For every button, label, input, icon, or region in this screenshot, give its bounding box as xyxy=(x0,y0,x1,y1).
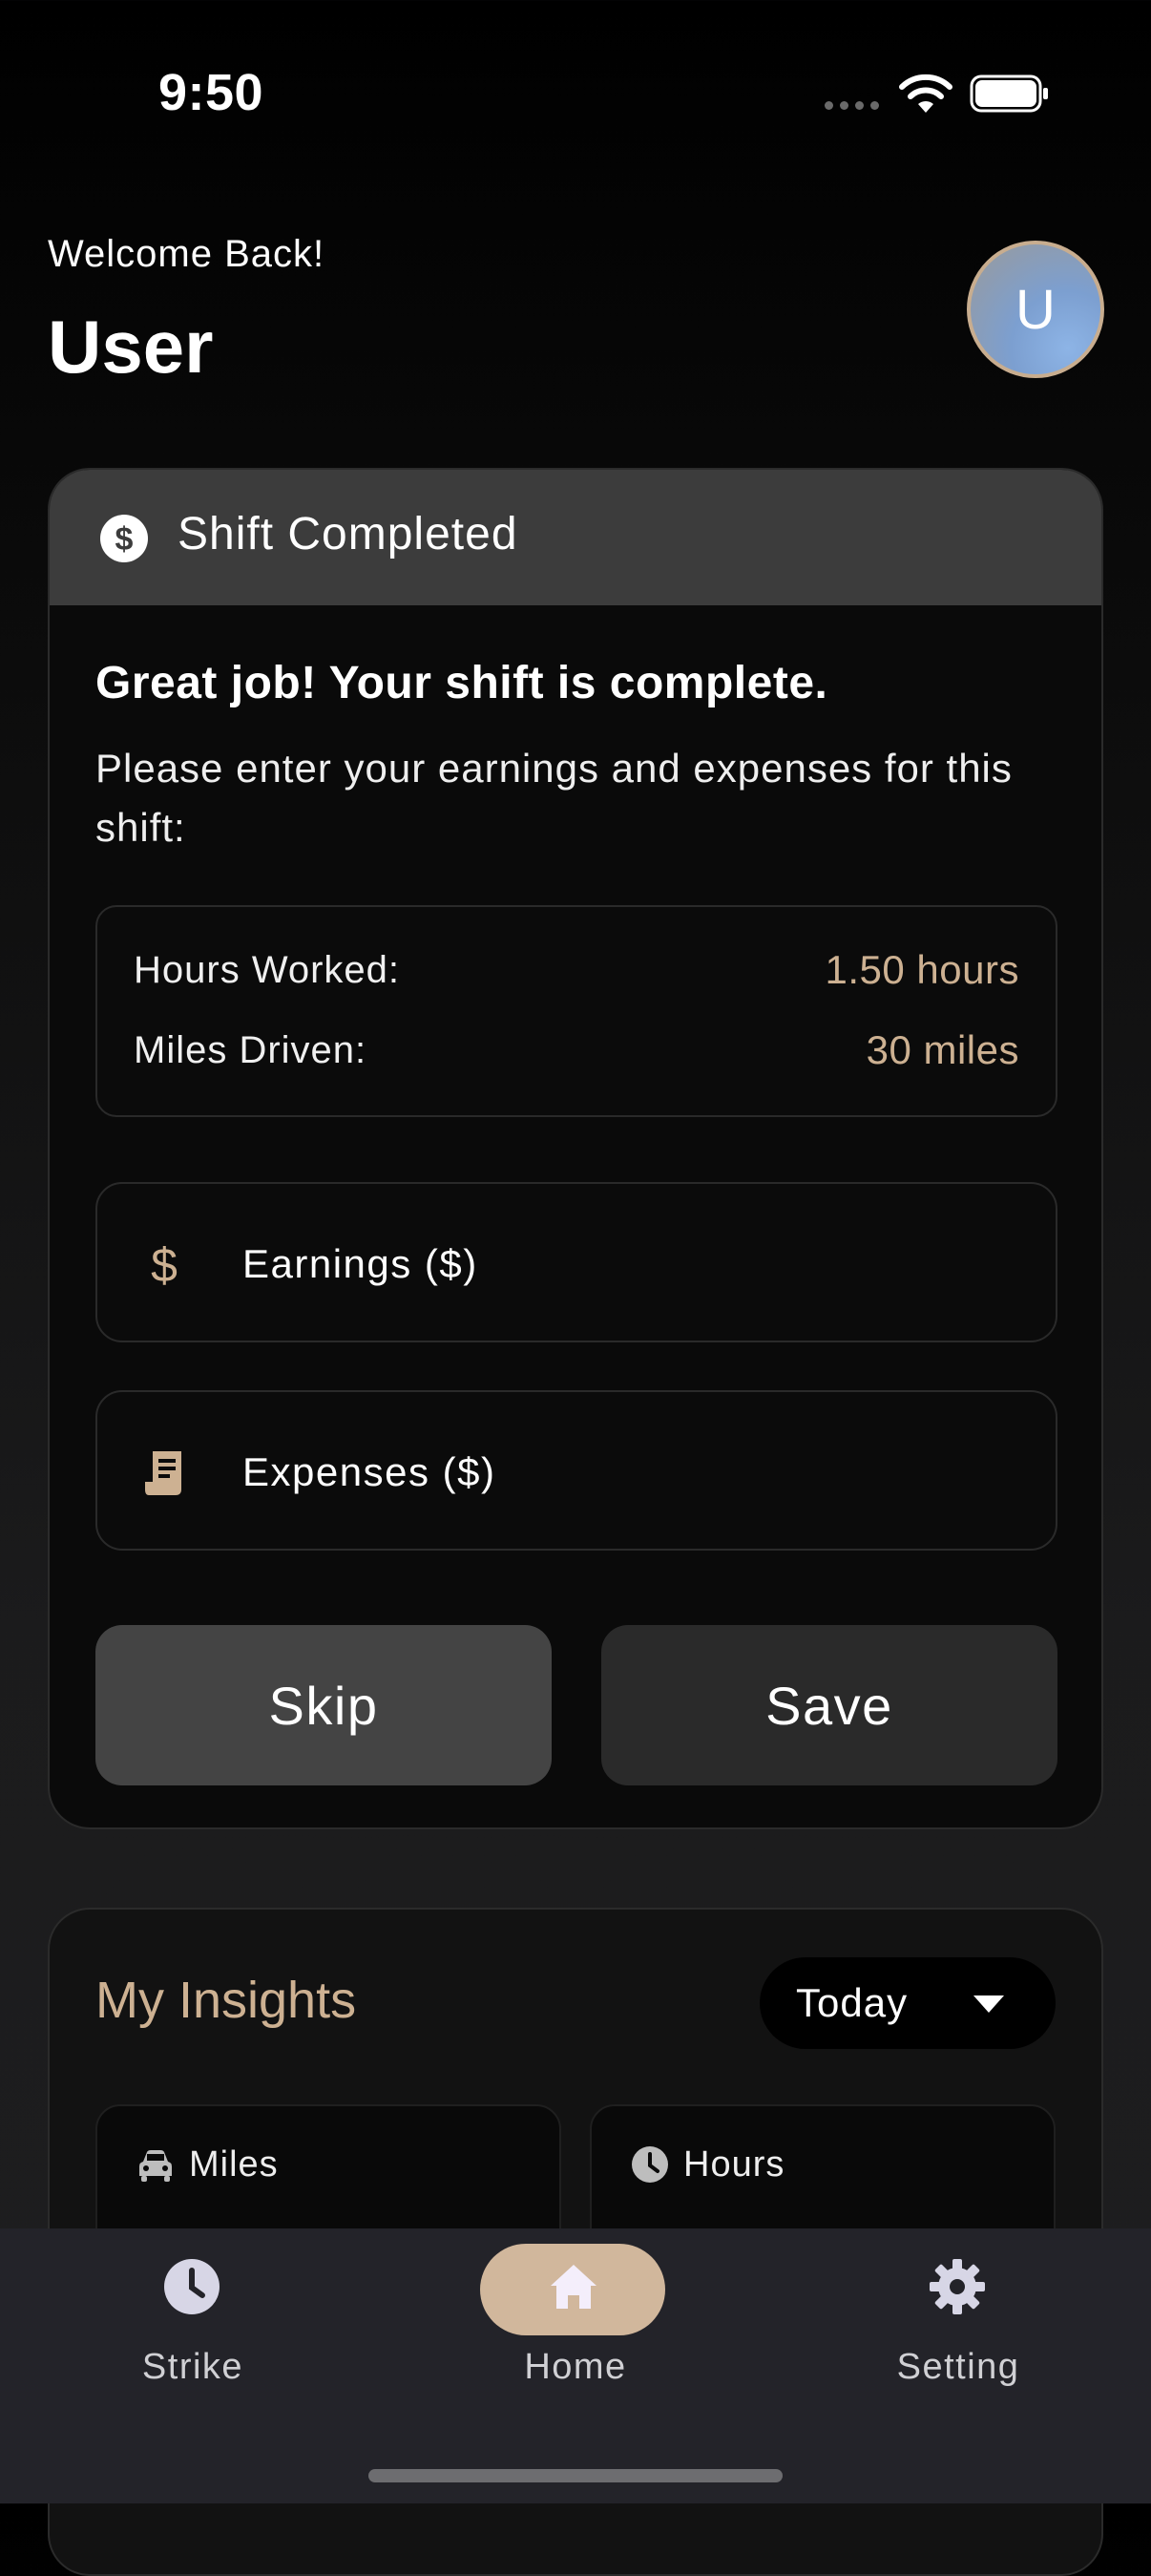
insight-label-hours: Hours xyxy=(683,2144,785,2185)
nav-item-home[interactable]: Home xyxy=(461,2228,690,2419)
receipt-icon xyxy=(145,1451,181,1495)
clock-icon xyxy=(164,2259,220,2314)
card-header: $ Shift Completed xyxy=(50,470,1101,605)
nav-label-home: Home xyxy=(524,2347,627,2387)
completion-headline: Great job! Your shift is complete. xyxy=(95,658,828,708)
hours-worked-label: Hours Worked: xyxy=(134,949,401,991)
shift-completed-card: $ Shift Completed Great job! Your shift … xyxy=(48,468,1103,1829)
nav-item-strike[interactable]: Strike xyxy=(78,2228,307,2419)
dollar-circle-icon: $ xyxy=(100,515,148,562)
welcome-text: Welcome Back! xyxy=(48,233,325,275)
wifi-icon xyxy=(899,74,952,113)
cellular-signal-icon xyxy=(825,101,882,111)
expenses-input[interactable] xyxy=(242,1444,1006,1501)
svg-text:$: $ xyxy=(115,521,134,558)
home-indicator[interactable] xyxy=(368,2469,783,2482)
svg-text:$: $ xyxy=(151,1239,178,1289)
nav-item-setting[interactable]: Setting xyxy=(844,2228,1073,2419)
dollar-icon: $ xyxy=(151,1239,178,1289)
nav-label-setting: Setting xyxy=(896,2347,1020,2387)
car-icon xyxy=(139,2150,172,2182)
user-name: User xyxy=(48,305,214,389)
earnings-input[interactable] xyxy=(242,1235,1006,1293)
battery-icon xyxy=(970,74,1048,113)
card-title: Shift Completed xyxy=(178,509,518,560)
bottom-navigation: Strike Home Setting xyxy=(0,2228,1151,2503)
insights-title: My Insights xyxy=(95,1972,357,2029)
instructions-text: Please enter your earnings and expenses … xyxy=(95,746,1013,850)
insight-label-miles: Miles xyxy=(189,2144,279,2185)
save-button[interactable]: Save xyxy=(601,1625,1057,1785)
nav-label-strike: Strike xyxy=(141,2347,244,2387)
miles-driven-value: 30 miles xyxy=(866,1027,1019,1072)
hours-worked-value: 1.50 hours xyxy=(825,947,1019,992)
miles-driven-label: Miles Driven: xyxy=(134,1029,367,1071)
period-selected: Today xyxy=(796,1980,909,2025)
chevron-down-icon xyxy=(973,1995,1004,2013)
home-icon xyxy=(551,2265,596,2309)
expenses-field[interactable] xyxy=(95,1390,1057,1551)
gear-icon xyxy=(930,2259,985,2314)
skip-button[interactable]: Skip xyxy=(95,1625,552,1785)
shift-stats-box: Hours Worked: 1.50 hours Miles Driven: 3… xyxy=(95,905,1057,1117)
avatar[interactable]: U xyxy=(967,241,1104,378)
period-dropdown[interactable]: Today xyxy=(760,1957,1056,2049)
clock-icon xyxy=(632,2146,668,2183)
earnings-field[interactable]: $ xyxy=(95,1182,1057,1342)
status-time: 9:50 xyxy=(158,64,264,121)
